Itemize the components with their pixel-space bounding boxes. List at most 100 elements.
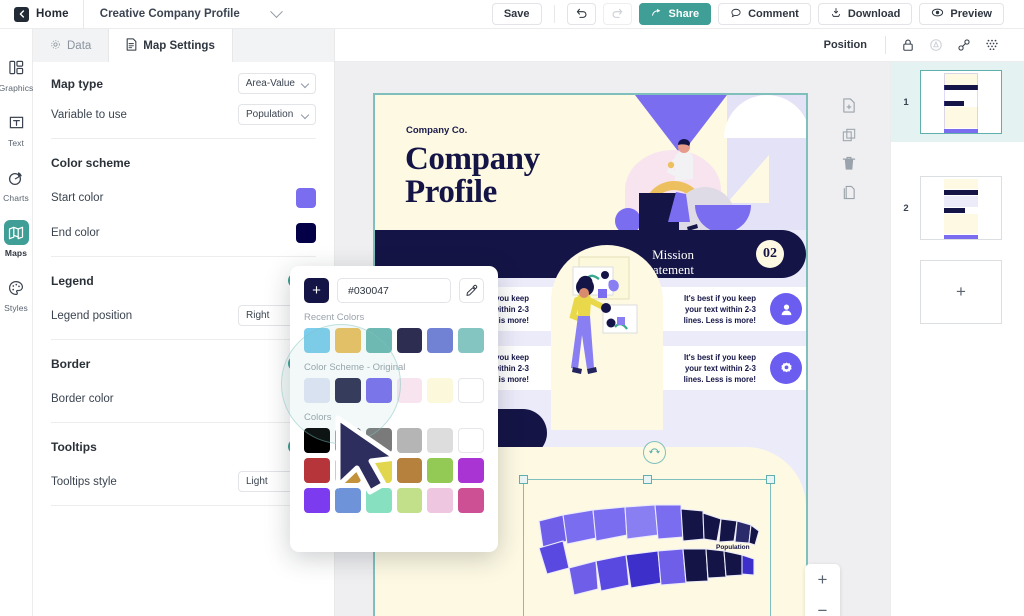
thumbnail-preview-2 [920,176,1002,240]
palette-color-r0-swatch-1[interactable] [334,428,361,453]
hero-section: Company Co. Company Profile [375,95,806,230]
shield-icon[interactable] [922,33,950,57]
divider [51,339,316,340]
sidebar-item-text[interactable]: Text [0,110,33,148]
palette-color-r1-swatch-5[interactable] [458,458,484,483]
position-button[interactable]: Position [806,39,885,51]
palette-color-r1-swatch-1[interactable] [334,458,361,483]
recent-color-swatch-5[interactable] [458,328,484,353]
page-thumbnail-1[interactable]: 1 [891,62,1024,142]
scheme-color-swatch-0[interactable] [304,378,330,403]
redo-button[interactable] [602,3,632,25]
pattern-icon[interactable] [978,33,1006,57]
page-thumbnail-2[interactable]: 2 [891,168,1024,248]
comment-label: Comment [748,8,799,20]
tooltips-style-label: Tooltips style [51,475,117,488]
chevron-down-icon [269,4,283,18]
start-color-swatch[interactable] [296,187,316,208]
recent-color-swatch-4[interactable] [427,328,454,353]
recent-colors-grid [304,328,484,353]
palette-color-r2-swatch-0[interactable] [304,488,330,513]
palette-color-r2-swatch-1[interactable] [334,488,361,513]
preview-button[interactable]: Preview [919,3,1004,25]
sidebar-item-styles[interactable]: Styles [0,275,33,313]
palette-color-r2-swatch-5[interactable] [458,488,484,513]
palette-color-r1-swatch-3[interactable] [396,458,423,483]
scheme-color-swatch-2[interactable] [365,378,392,403]
page-number-2: 2 [903,202,909,214]
tab-map-settings[interactable]: Map Settings [109,29,233,62]
artboard-title: Company Profile [405,143,540,209]
tab-label-data: Data [67,39,92,52]
tab-data[interactable]: Data [33,29,110,62]
scheme-color-swatch-3[interactable] [396,378,423,403]
download-button[interactable]: Download [817,3,913,25]
add-page-icon[interactable] [840,97,857,114]
map-legend-title: Population [716,544,750,551]
palette-color-r2-swatch-3[interactable] [396,488,423,513]
sidebar-item-maps[interactable]: Maps [0,220,33,258]
sidebar-item-charts[interactable]: Charts [0,165,33,203]
resize-handle-tl[interactable] [519,475,528,484]
palette-color-r0-swatch-2[interactable] [365,428,392,453]
palette-color-r0-swatch-5[interactable] [458,428,484,453]
map-type-select[interactable]: Area-Value [237,73,316,94]
delete-icon[interactable] [840,155,857,172]
undo-button[interactable] [566,3,596,25]
card-line-3: lines. Less is more! [683,315,756,325]
variable-value: Population [246,109,294,120]
divider [51,422,316,423]
copy-icon[interactable] [840,184,857,201]
scheme-color-swatch-5[interactable] [458,378,484,403]
download-label: Download [847,8,901,20]
end-color-swatch[interactable] [296,222,316,243]
scheme-color-swatch-4[interactable] [427,378,454,403]
toolbar-divider [885,36,886,54]
recent-color-swatch-0[interactable] [304,328,330,353]
link-icon[interactable] [950,33,978,57]
sidebar-label-text: Text [8,138,24,148]
resize-handle-tr[interactable] [766,475,775,484]
color-picker-header: + #030047 [304,278,484,303]
hex-input[interactable]: #030047 [337,278,451,303]
add-color-button[interactable]: + [304,278,329,303]
thumbnail-content [944,73,978,133]
palette-color-r1-swatch-2[interactable] [365,458,392,483]
document-title: Creative Company Profile [99,8,240,20]
palette-color-r1-swatch-0[interactable] [304,458,330,483]
comment-button[interactable]: Comment [718,3,811,25]
home-button[interactable]: Home [0,0,83,29]
palette-color-r1-swatch-4[interactable] [427,458,454,483]
colors-label: Colors [304,412,332,423]
palette-color-r2-swatch-2[interactable] [365,488,392,513]
page-action-icons [840,97,857,201]
rotate-handle[interactable] [643,441,666,464]
palette-color-r0-swatch-3[interactable] [396,428,423,453]
save-button[interactable]: Save [491,3,542,25]
chevron-down-icon [300,79,310,88]
document-title-button[interactable]: Creative Company Profile [84,0,297,29]
palette-color-r0-swatch-0[interactable] [304,428,330,453]
palette-color-r0-swatch-4[interactable] [427,428,454,453]
lock-icon[interactable] [894,33,922,57]
palette-color-r2-swatch-4[interactable] [427,488,454,513]
share-button[interactable]: Share [638,3,712,25]
color-scheme-label: Color scheme [51,155,131,170]
add-page-button[interactable]: + [920,260,1002,324]
variable-select[interactable]: Population [238,104,316,125]
recent-color-swatch-3[interactable] [396,328,423,353]
eyedropper-icon[interactable] [459,278,484,303]
recent-color-swatch-2[interactable] [365,328,392,353]
zoom-in-button[interactable]: + [805,564,840,595]
scheme-color-swatch-1[interactable] [334,378,361,403]
zoom-out-button[interactable]: − [805,595,840,616]
artboard-brand: Company Co. [406,125,468,136]
sidebar-item-graphics[interactable]: Graphics [0,55,33,93]
resize-handle-tc[interactable] [643,475,652,484]
color-scheme-label-picker: Color Scheme - Original [304,362,406,373]
card-line-3: lines. Less is more! [683,374,756,384]
duplicate-icon[interactable] [840,126,857,143]
palette-row-2 [304,458,484,483]
mid-illustration-arch [551,245,663,430]
recent-color-swatch-1[interactable] [334,328,361,353]
